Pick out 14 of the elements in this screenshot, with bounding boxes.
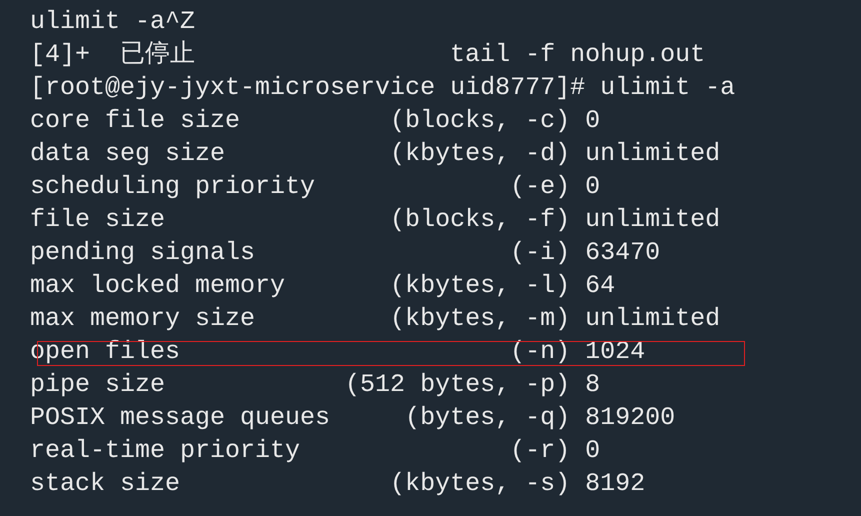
terminal-line: max memory size (kbytes, -m) unlimited bbox=[30, 304, 720, 333]
terminal-line: pending signals (-i) 63470 bbox=[30, 238, 660, 267]
terminal-line: [4]+ 已停止 tail -f nohup.out bbox=[30, 40, 706, 69]
terminal-line: POSIX message queues (bytes, -q) 819200 bbox=[30, 403, 676, 432]
terminal-line: file size (blocks, -f) unlimited bbox=[30, 205, 720, 234]
terminal-line: stack size (kbytes, -s) 8192 bbox=[30, 469, 646, 498]
terminal-line: data seg size (kbytes, -d) unlimited bbox=[30, 139, 720, 168]
terminal-line: [root@ejy-jyxt-microservice uid8777]# ulimit -a bbox=[30, 73, 736, 102]
terminal-line: max locked memory (kbytes, -l) 64 bbox=[30, 271, 616, 300]
terminal-line: ulimit -a^Z bbox=[30, 7, 196, 36]
terminal-line: core file size (blocks, -c) 0 bbox=[30, 106, 600, 135]
terminal-line: scheduling priority (-e) 0 bbox=[30, 172, 600, 201]
terminal-line: pipe size (512 bytes, -p) 8 bbox=[30, 370, 600, 399]
terminal-line: real-time priority (-r) 0 bbox=[30, 436, 600, 465]
